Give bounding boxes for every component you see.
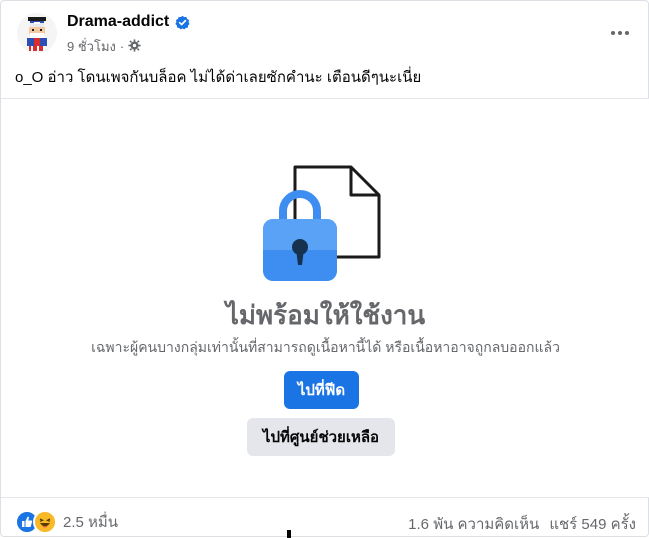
post-text: o_O อ่าว โดนเพจกันบล็อค ไม่ได้ด่าเลยซักค… (15, 69, 422, 86)
post-header: Drama-addict 9 ชั่วโมง · (15, 11, 634, 55)
author-name[interactable]: Drama-addict (67, 13, 169, 31)
post-time[interactable]: 9 ชั่วโมง (67, 36, 116, 57)
more-options-icon[interactable] (610, 19, 630, 42)
unavailable-title: ไม่พร้อมให้ใช้งาน (225, 300, 426, 330)
unavailable-subtitle: เฉพาะผู้คนบางกลุ่มเท่านั้นที่สามารถดูเนื… (91, 339, 560, 355)
go-to-feed-button[interactable]: ไปที่ฟีด (284, 371, 359, 409)
gear-icon[interactable] (128, 38, 141, 55)
comments-count-link[interactable]: 1.6 พัน ความคิดเห็น (408, 512, 539, 536)
meta-separator: · (119, 39, 125, 54)
avatar[interactable] (17, 13, 57, 53)
post-card: Drama-addict 9 ชั่วโมง · o_O อ่าว โดนเพจ… (0, 0, 649, 538)
avatar-pixel-art-icon (17, 13, 57, 53)
verified-badge-icon (175, 15, 190, 30)
post-meta: 9 ชั่วโมง · (67, 36, 141, 57)
engagement-stats: 1.6 พัน ความคิดเห็น แชร์ 549 ครั้ง (408, 512, 636, 536)
shares-count-link[interactable]: แชร์ 549 ครั้ง (549, 512, 636, 536)
author-row: Drama-addict (67, 13, 190, 31)
help-center-button[interactable]: ไปที่ศูนย์ช่วยเหลือ (247, 418, 395, 456)
reactions-summary[interactable]: 2.5 หมื่น (15, 510, 118, 534)
reaction-count: 2.5 หมื่น (63, 514, 119, 531)
content-unavailable-panel: ไม่พร้อมให้ใช้งาน เฉพาะผู้คนบางกลุ่มเท่า… (1, 98, 649, 498)
haha-reaction-icon (33, 510, 57, 534)
post-footer: 2.5 หมื่น 1.6 พัน ความคิดเห็น แชร์ 549 ค… (1, 498, 649, 538)
locked-document-icon (263, 165, 383, 285)
